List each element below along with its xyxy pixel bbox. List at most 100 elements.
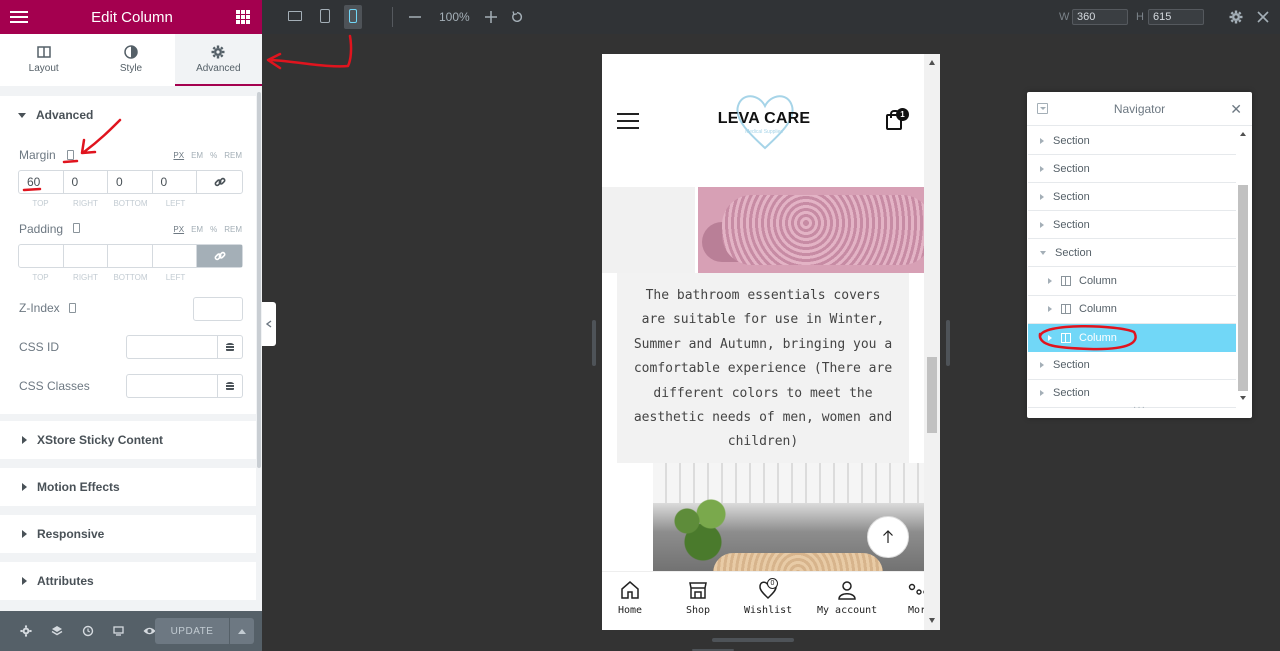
responsive-mobile-icon[interactable]	[69, 303, 76, 313]
unit-percent[interactable]: %	[210, 151, 217, 160]
css-id-label: CSS ID	[19, 340, 60, 354]
desktop-device-button[interactable]	[288, 11, 302, 21]
responsive-mode-icon[interactable]	[103, 611, 134, 651]
menu-icon[interactable]	[10, 10, 28, 24]
unit-px[interactable]: PX	[173, 225, 184, 234]
save-options-button[interactable]	[230, 618, 254, 644]
zoom-in-icon[interactable]	[485, 11, 497, 23]
side-left-label: LEFT	[165, 273, 186, 282]
collapse-all-icon[interactable]	[1037, 103, 1048, 114]
unit-px[interactable]: PX	[173, 151, 184, 160]
mobile-device-button[interactable]	[344, 5, 362, 29]
navigator-row-section[interactable]: Section	[1028, 127, 1236, 155]
padding-label: Padding	[19, 222, 64, 236]
caret-right-icon[interactable]	[1048, 334, 1052, 341]
section-responsive[interactable]: Responsive	[0, 515, 256, 553]
z-index-input[interactable]	[193, 297, 243, 321]
layers-icon[interactable]	[41, 611, 72, 651]
navigator-row-column[interactable]: Column	[1028, 296, 1236, 324]
close-icon[interactable]: ✕	[1230, 101, 1242, 118]
section-xstore-sticky[interactable]: XStore Sticky Content	[0, 421, 256, 459]
unit-rem[interactable]: REM	[224, 225, 242, 234]
section-motion-effects[interactable]: Motion Effects	[0, 468, 256, 506]
panel-collapse-toggle[interactable]	[262, 302, 276, 346]
widgets-grid-icon[interactable]	[235, 10, 250, 24]
tablet-device-button[interactable]	[320, 9, 330, 23]
update-button[interactable]: UPDATE	[155, 618, 229, 644]
height-input[interactable]: 615	[1148, 9, 1204, 25]
link-values-icon[interactable]	[197, 245, 242, 267]
caret-right-icon[interactable]	[1040, 193, 1044, 200]
padding-left-input[interactable]	[153, 245, 197, 267]
caret-right-icon[interactable]	[1048, 306, 1052, 313]
caret-right-icon[interactable]	[1040, 390, 1044, 397]
tab-layout[interactable]: Layout	[0, 34, 87, 86]
caret-right-icon[interactable]	[1040, 137, 1044, 144]
nav-my-account[interactable]: My account	[817, 580, 877, 616]
margin-right-input[interactable]: 0	[64, 171, 108, 193]
navigator-panel: Navigator ✕ Section Section Section Section…	[1027, 92, 1252, 418]
nav-my-account-label: My account	[817, 605, 878, 616]
unit-em[interactable]: EM	[191, 225, 203, 234]
unit-rem[interactable]: REM	[224, 151, 242, 160]
close-icon[interactable]	[1257, 11, 1269, 23]
link-values-icon[interactable]	[197, 171, 242, 193]
navigator-scrollbar[interactable]	[1237, 128, 1249, 404]
advanced-section-header[interactable]: Advanced	[0, 96, 256, 134]
scroll-up-arrow[interactable]	[1240, 132, 1246, 136]
reset-zoom-icon[interactable]	[511, 11, 523, 23]
navigator-row-column[interactable]: Column	[1028, 268, 1236, 296]
padding-top-input[interactable]	[19, 245, 64, 267]
margin-bottom-input[interactable]: 0	[108, 171, 153, 193]
responsive-mobile-icon[interactable]	[67, 150, 74, 160]
settings-icon[interactable]	[10, 611, 41, 651]
padding-bottom-input[interactable]	[108, 245, 153, 267]
css-id-input[interactable]	[126, 335, 218, 359]
dynamic-tags-button[interactable]	[217, 374, 243, 398]
resize-handle-bottom[interactable]	[712, 638, 794, 642]
resize-handle-right[interactable]	[946, 320, 950, 366]
caret-down-icon[interactable]	[1040, 250, 1046, 255]
navigator-row-section[interactable]: Section	[1028, 239, 1236, 268]
margin-top-input[interactable]: 60	[19, 171, 64, 193]
navigator-row-section[interactable]: Section	[1028, 155, 1236, 184]
navigator-scroll-thumb[interactable]	[1238, 185, 1248, 391]
preview-scrollbar[interactable]	[924, 54, 940, 630]
navigator-row-section[interactable]: Section	[1028, 211, 1236, 240]
navigator-row-column[interactable]: Column	[1028, 323, 1236, 352]
site-menu-icon[interactable]	[617, 113, 639, 129]
nav-home[interactable]: Home	[618, 580, 642, 616]
navigator-row-label: Section	[1053, 134, 1090, 147]
css-classes-input[interactable]	[126, 374, 218, 398]
tab-advanced[interactable]: Advanced	[174, 34, 262, 86]
navigator-row-section[interactable]: Section	[1028, 183, 1236, 212]
navigator-header[interactable]: Navigator ✕	[1027, 92, 1252, 126]
scroll-down-arrow[interactable]	[1240, 396, 1246, 400]
caret-right-icon[interactable]	[1040, 165, 1044, 172]
scroll-up-arrow[interactable]	[929, 60, 935, 65]
caret-right-icon[interactable]	[1048, 278, 1052, 284]
zoom-out-icon[interactable]	[409, 13, 421, 21]
section-attributes[interactable]: Attributes	[0, 562, 256, 600]
navigator-resize-handle[interactable]: ···	[1027, 403, 1252, 418]
scroll-down-arrow[interactable]	[929, 618, 935, 623]
unit-percent[interactable]: %	[210, 225, 217, 234]
dynamic-tags-button[interactable]	[217, 335, 243, 359]
nav-shop[interactable]: Shop	[686, 580, 710, 616]
resize-handle-left[interactable]	[592, 320, 596, 366]
settings-gear-icon[interactable]	[1229, 10, 1243, 24]
history-icon[interactable]	[72, 611, 103, 651]
unit-em[interactable]: EM	[191, 151, 203, 160]
caret-right-icon[interactable]	[1040, 362, 1044, 369]
site-logo[interactable]: LEVA CARE Medical Supplies	[714, 92, 814, 150]
panel-scrollbar[interactable]	[256, 86, 262, 611]
margin-left-input[interactable]: 0	[153, 171, 197, 193]
padding-right-input[interactable]	[64, 245, 108, 267]
scroll-to-top-button[interactable]	[867, 516, 909, 558]
width-input[interactable]: 360	[1072, 9, 1128, 25]
responsive-mobile-icon[interactable]	[73, 223, 80, 233]
caret-right-icon[interactable]	[1040, 221, 1044, 228]
preview-scroll-thumb[interactable]	[927, 357, 937, 433]
tab-style[interactable]: Style	[87, 34, 174, 86]
navigator-row-section[interactable]: Section	[1028, 352, 1236, 380]
